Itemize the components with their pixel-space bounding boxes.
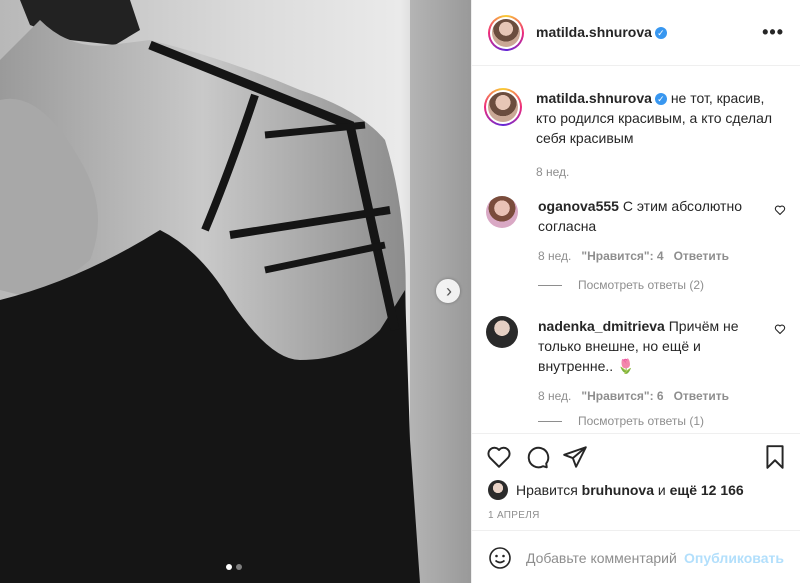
comment-time[interactable]: 8 нед. (538, 386, 571, 406)
liker-username[interactable]: bruhunova (582, 482, 654, 498)
comment-username[interactable]: oganova555 (538, 198, 619, 214)
post-header: matilda.shnurova ✓ ••• (472, 0, 800, 66)
post-photo[interactable]: › (0, 0, 471, 583)
comment-input[interactable] (524, 548, 678, 567)
likes-summary: Нравится bruhunova и ещё 12 166 (488, 480, 744, 500)
comment-meta: 8 нед. "Нравится": 6 Ответить (538, 386, 748, 406)
view-replies-label: Посмотреть ответы (1) (578, 414, 705, 428)
comment-meta: 8 нед. "Нравится": 4 Ответить (538, 246, 748, 266)
author-username[interactable]: matilda.shnurova (536, 24, 652, 40)
comment-username[interactable]: nadenka_dmitrieva (538, 318, 665, 334)
comment-item: nadenka_dmitrieva Причём не только внешн… (486, 316, 786, 406)
liker-avatar[interactable] (488, 480, 508, 500)
post-date[interactable]: 1 АПРЕЛЯ (488, 510, 540, 521)
caption-username[interactable]: matilda.shnurova (536, 90, 652, 106)
likes-prefix: Нравится (516, 482, 578, 498)
comment-likes[interactable]: "Нравится": 4 (581, 246, 663, 266)
save-bookmark-icon[interactable] (762, 444, 788, 470)
reply-button[interactable]: Ответить (674, 386, 729, 406)
verified-badge-icon: ✓ (654, 26, 667, 39)
caption-body: matilda.shnurova ✓ не тот, красив, кто ро… (536, 88, 784, 182)
publish-button[interactable]: Опубликовать (684, 550, 784, 566)
author-avatar[interactable] (488, 14, 524, 51)
commenter-avatar[interactable] (486, 316, 518, 348)
likes-count[interactable]: ещё 12 166 (670, 482, 744, 498)
carousel-next-button[interactable]: › (436, 279, 460, 303)
comment-likes[interactable]: "Нравится": 6 (581, 386, 663, 406)
carousel-indicator (226, 564, 242, 570)
instagram-post: › matilda.shnurova ✓ ••• matilda.shnurova… (0, 0, 800, 583)
view-replies-button[interactable]: Посмотреть ответы (1) (538, 414, 704, 428)
chevron-right-icon: › (446, 281, 452, 301)
caption-time[interactable]: 8 нед. (536, 162, 784, 182)
carousel-dot-active (226, 564, 232, 570)
photo-illustration (0, 0, 471, 583)
view-replies-label: Посмотреть ответы (2) (578, 278, 705, 292)
replies-divider (538, 420, 562, 422)
author-name-row: matilda.shnurova ✓ (536, 24, 667, 42)
emoji-icon[interactable] (488, 546, 512, 570)
action-bar (472, 433, 800, 434)
caption: matilda.shnurova ✓ не тот, красив, кто ро… (484, 88, 784, 182)
like-heart-icon[interactable] (486, 444, 512, 470)
comment-like-heart-icon[interactable] (774, 323, 786, 335)
verified-badge-icon: ✓ (654, 93, 667, 105)
more-options-icon[interactable]: ••• (762, 22, 784, 43)
replies-divider (538, 284, 562, 286)
comment-item: oganova555 С этим абсолютно согласна 8 н… (486, 196, 786, 266)
add-comment-bar: Опубликовать (472, 530, 800, 584)
comment-body: oganova555 С этим абсолютно согласна 8 н… (538, 196, 748, 266)
comment-like-heart-icon[interactable] (774, 204, 786, 216)
comment-body: nadenka_dmitrieva Причём не только внешн… (538, 316, 748, 406)
comment-bubble-icon[interactable] (524, 444, 550, 470)
carousel-dot (236, 564, 242, 570)
post-sidebar: matilda.shnurova ✓ ••• matilda.shnurova ✓ … (471, 0, 800, 583)
comment-time[interactable]: 8 нед. (538, 246, 571, 266)
commenter-avatar[interactable] (486, 196, 518, 228)
reply-button[interactable]: Ответить (674, 246, 729, 266)
share-plane-icon[interactable] (562, 444, 588, 470)
caption-avatar[interactable] (484, 88, 522, 126)
likes-conjunction: и (657, 482, 666, 498)
view-replies-button[interactable]: Посмотреть ответы (2) (538, 278, 704, 292)
